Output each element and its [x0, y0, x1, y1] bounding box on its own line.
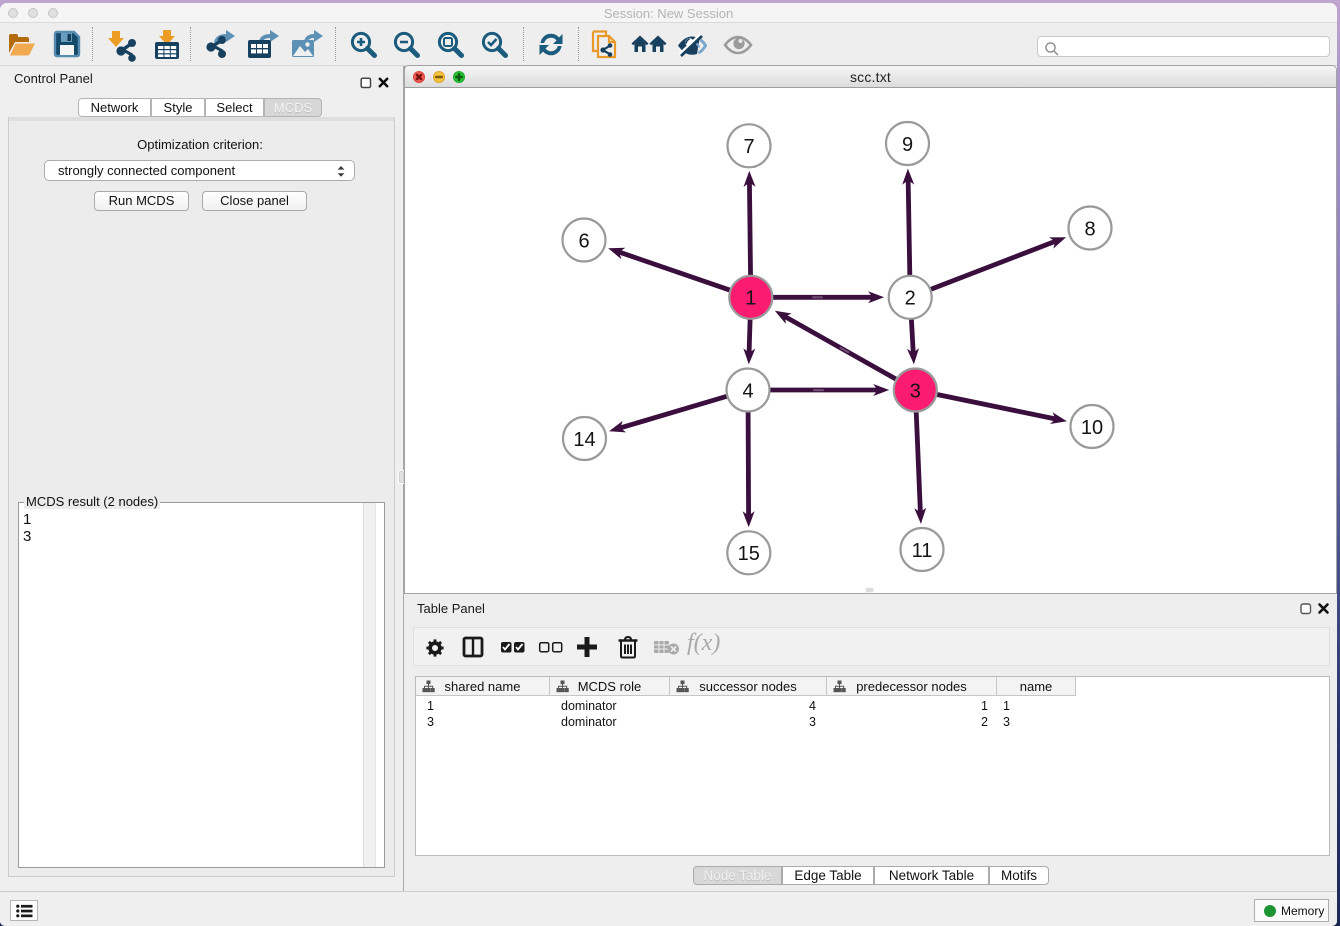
- svg-text:8: 8: [1084, 218, 1095, 240]
- svg-text:2: 2: [905, 288, 916, 310]
- svg-text:14: 14: [573, 429, 595, 451]
- svg-text:3: 3: [910, 380, 921, 402]
- svg-text:4: 4: [742, 380, 753, 402]
- svg-text:10: 10: [1081, 417, 1103, 439]
- svg-text:15: 15: [738, 543, 760, 565]
- svg-text:9: 9: [902, 134, 913, 156]
- svg-text:11: 11: [912, 540, 933, 562]
- svg-text:6: 6: [578, 230, 589, 252]
- svg-text:7: 7: [743, 136, 754, 158]
- svg-text:1: 1: [745, 288, 756, 310]
